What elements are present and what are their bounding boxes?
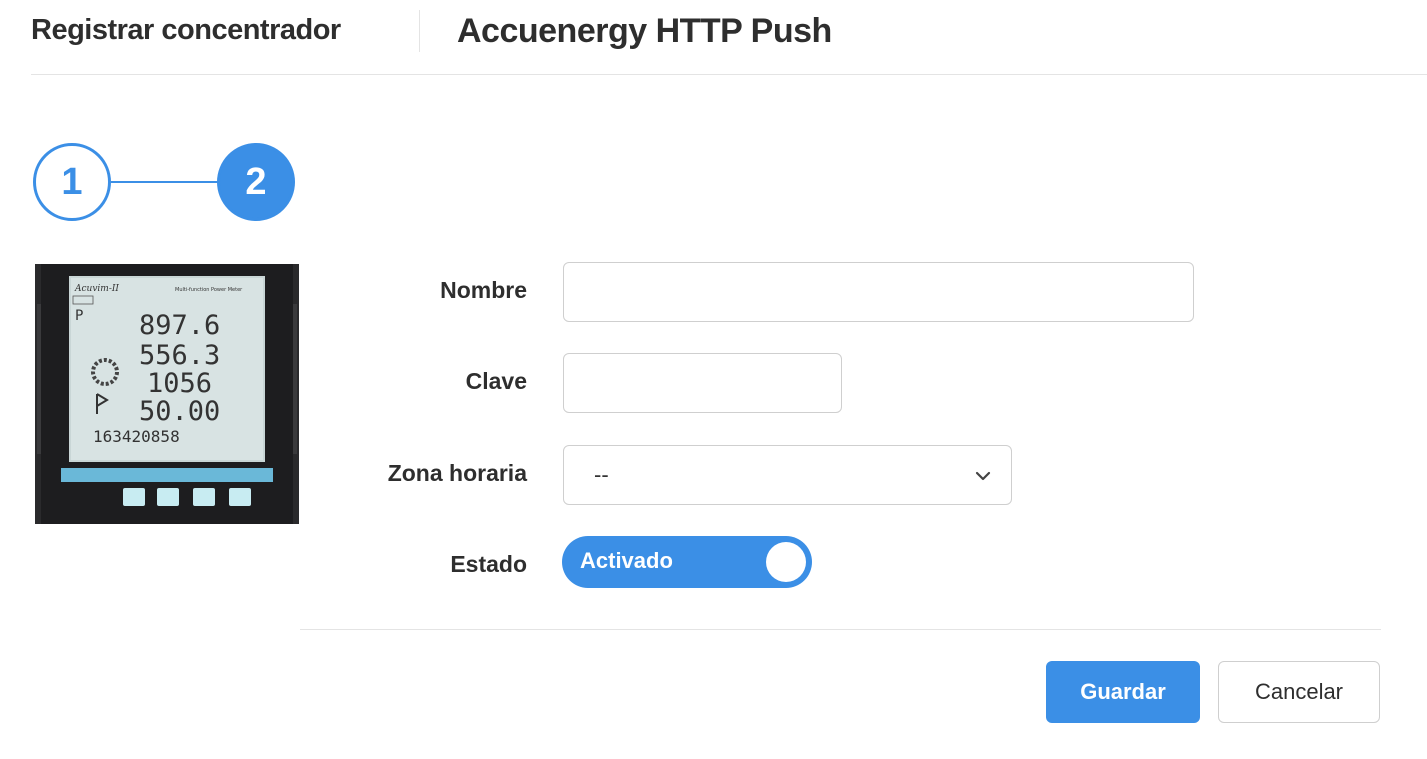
save-button[interactable]: Guardar [1046,661,1200,723]
page-header: Registrar concentrador Accuenergy HTTP P… [31,0,1427,75]
device-reading-1: 897.6 [139,310,220,341]
device-brand-text: Acuvim-II [74,284,119,294]
breadcrumb[interactable]: Registrar concentrador [31,14,341,47]
device-reading-4: 50.00 [139,396,220,427]
estado-label: Estado [450,551,527,577]
toggle-knob [766,542,806,582]
device-reading-2: 556.3 [139,340,220,371]
zona-horaria-label: Zona horaria [387,460,527,486]
device-reading-5: 163420858 [93,427,180,446]
nombre-label: Nombre [440,277,527,303]
step-2-active: 2 [217,143,295,221]
header-divider [419,10,420,52]
stepper: 1 2 [31,143,299,227]
zona-horaria-value: -- [594,462,609,487]
estado-toggle[interactable]: Activado [562,536,812,588]
cancel-button[interactable]: Cancelar [1218,661,1380,723]
device-reading-3: 1056 [147,368,212,399]
form-divider [300,629,1381,630]
step-1[interactable]: 1 [33,143,111,221]
stepper-connector [111,181,219,183]
clave-input[interactable] [563,353,842,413]
estado-toggle-label: Activado [580,548,673,573]
zona-horaria-select[interactable]: -- [563,445,1012,505]
clave-label: Clave [465,368,527,394]
svg-text:P: P [75,308,83,324]
page-title: Accuenergy HTTP Push [457,12,832,50]
nombre-input[interactable] [563,262,1194,322]
chevron-down-icon [975,471,991,481]
